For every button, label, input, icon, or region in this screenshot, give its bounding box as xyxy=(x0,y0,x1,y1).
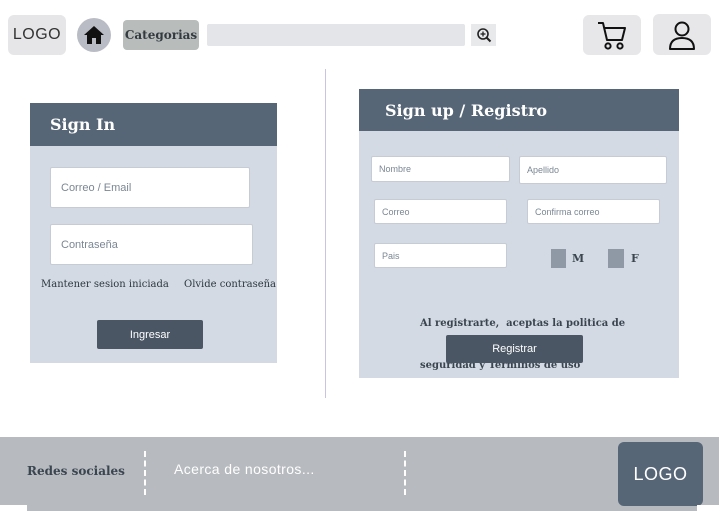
footer-logo-text: LOGO xyxy=(633,463,688,484)
cart-button[interactable] xyxy=(583,15,641,55)
confirm-email-placeholder: Confirma correo xyxy=(535,206,600,217)
signup-title: Sign up / Registro xyxy=(385,100,548,120)
signup-last-name-field[interactable]: Apellido xyxy=(519,156,667,184)
vertical-divider xyxy=(325,69,326,398)
signup-header: Sign up / Registro xyxy=(359,89,679,131)
signin-email-placeholder: Correo / Email xyxy=(61,181,132,194)
signin-password-placeholder: Contraseña xyxy=(61,238,118,251)
gender-f-label: F xyxy=(631,252,639,265)
about-us-link[interactable]: Acerca de nosotros... xyxy=(174,461,315,477)
footer-corner-left xyxy=(0,505,27,511)
footer-corner-right xyxy=(697,505,723,511)
gender-m-checkbox[interactable] xyxy=(551,249,566,268)
cart-icon xyxy=(598,22,626,50)
footer-logo[interactable]: LOGO xyxy=(618,442,703,506)
search-button[interactable] xyxy=(471,24,496,46)
about-us-label: Acerca de nosotros... xyxy=(174,461,315,477)
signin-email-field[interactable]: Correo / Email xyxy=(50,167,250,208)
keep-session-label: Mantener sesion iniciada xyxy=(41,279,169,290)
footer-separator-2 xyxy=(404,451,406,495)
terms-line-1: Al registrarte, aceptas la politica de xyxy=(420,318,626,329)
last-name-placeholder: Apellido xyxy=(527,165,560,175)
signup-submit-label: Registrar xyxy=(492,343,537,355)
signup-email-placeholder: Correo xyxy=(382,206,410,217)
gender-m-label: M xyxy=(572,252,585,265)
forgot-password-label: Olvide contraseña xyxy=(184,279,277,290)
keep-session-link[interactable]: Mantener sesion iniciada xyxy=(41,279,169,290)
signup-submit-button[interactable]: Registrar xyxy=(446,335,583,363)
signup-country-field[interactable]: Pais xyxy=(374,243,507,268)
social-networks-label: Redes sociales xyxy=(27,464,125,478)
signin-submit-button[interactable]: Ingresar xyxy=(97,320,203,349)
home-button[interactable] xyxy=(77,18,111,52)
header-logo-text: LOGO xyxy=(12,26,62,43)
forgot-password-link[interactable]: Olvide contraseña xyxy=(184,279,276,290)
user-icon xyxy=(669,21,695,50)
signup-first-name-field[interactable]: Nombre xyxy=(371,156,510,182)
country-placeholder: Pais xyxy=(382,250,400,261)
signin-submit-label: Ingresar xyxy=(129,328,171,341)
categories-button[interactable]: Categorias xyxy=(123,20,199,50)
signin-password-field[interactable]: Contraseña xyxy=(50,224,253,265)
signin-header: Sign In xyxy=(30,103,277,146)
gender-f-checkbox[interactable] xyxy=(608,249,624,268)
home-icon xyxy=(84,26,104,44)
user-button[interactable] xyxy=(653,14,711,55)
signup-email-field[interactable]: Correo xyxy=(374,199,507,224)
signup-confirm-email-field[interactable]: Confirma correo xyxy=(527,199,660,224)
categories-label: Categorias xyxy=(124,28,198,42)
header-logo[interactable]: LOGO xyxy=(8,15,66,55)
social-networks-link[interactable]: Redes sociales xyxy=(27,464,125,478)
footer-separator-1 xyxy=(144,451,146,495)
search-input[interactable] xyxy=(207,24,465,46)
first-name-placeholder: Nombre xyxy=(379,164,412,174)
signin-title: Sign In xyxy=(50,115,116,134)
zoom-in-icon xyxy=(476,28,491,43)
